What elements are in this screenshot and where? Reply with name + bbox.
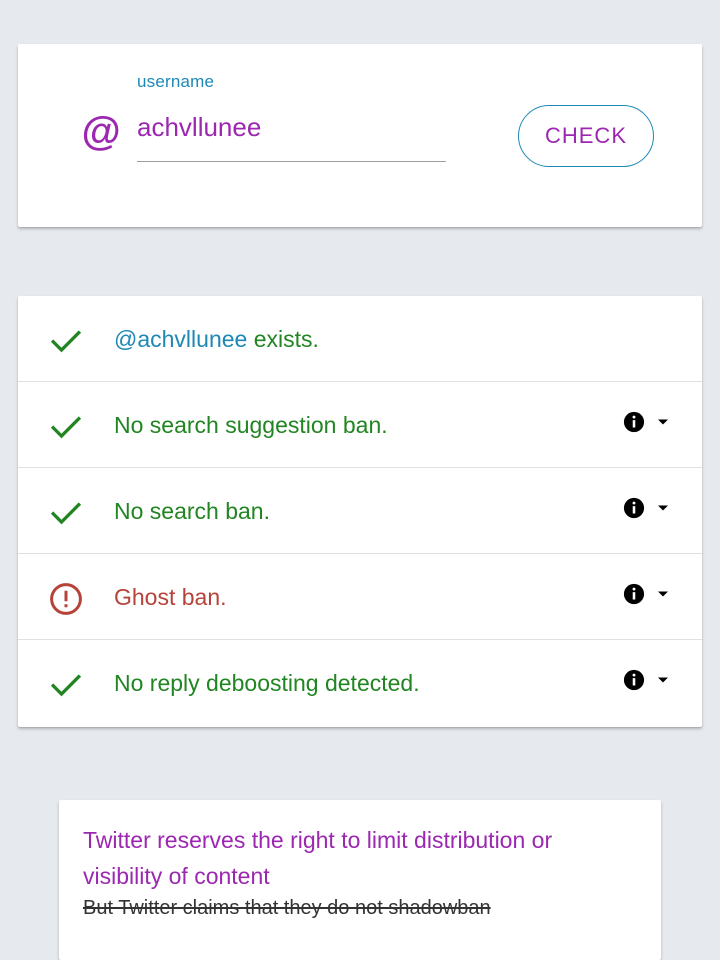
- result-text-search-suggestion-ban: No search suggestion ban.: [114, 412, 388, 438]
- check-icon: [50, 330, 82, 353]
- policy-info-card: Twitter reserves the right to limit dist…: [59, 800, 661, 960]
- username-handle: @achvllunee: [114, 326, 248, 352]
- result-text-search-ban: No search ban.: [114, 498, 270, 524]
- expand-details-toggle[interactable]: [623, 581, 669, 607]
- result-text-ghost-ban: Ghost ban.: [114, 584, 227, 610]
- username-input[interactable]: [137, 110, 446, 162]
- at-sign-icon: @: [81, 110, 121, 154]
- info-icon[interactable]: [623, 497, 645, 519]
- results-list: @achvllunee exists. No search suggestion…: [18, 296, 702, 727]
- strikethrough-claim: But Twitter claims that they do not shad…: [83, 897, 491, 919]
- result-row-search-ban[interactable]: No search ban.: [18, 468, 702, 554]
- check-icon: [50, 674, 82, 697]
- alert-circle-icon: [50, 583, 82, 615]
- caret-down-icon[interactable]: [657, 590, 669, 598]
- caret-down-icon[interactable]: [657, 418, 669, 426]
- info-icon[interactable]: [623, 583, 645, 605]
- result-row-reply-deboosting[interactable]: No reply deboosting detected.: [18, 640, 702, 727]
- info-icon[interactable]: [623, 669, 645, 691]
- result-text-exists: @achvllunee exists.: [114, 296, 319, 382]
- result-row-search-suggestion-ban[interactable]: No search suggestion ban.: [18, 382, 702, 468]
- check-button[interactable]: CHECK: [518, 105, 654, 167]
- info-icon[interactable]: [623, 411, 645, 433]
- check-icon: [50, 502, 82, 525]
- expand-details-toggle[interactable]: [623, 667, 669, 693]
- caret-down-icon[interactable]: [657, 676, 669, 684]
- policy-heading: Twitter reserves the right to limit dist…: [83, 827, 553, 889]
- expand-details-toggle[interactable]: [623, 409, 669, 435]
- result-row-ghost-ban[interactable]: Ghost ban.: [18, 554, 702, 640]
- result-row-exists: @achvllunee exists.: [18, 296, 702, 382]
- check-icon: [50, 416, 82, 439]
- exists-label: exists.: [247, 326, 319, 352]
- caret-down-icon[interactable]: [657, 504, 669, 512]
- result-text-reply-deboosting: No reply deboosting detected.: [114, 670, 420, 696]
- username-search-card: @ username CHECK: [18, 44, 702, 227]
- username-field-label: username: [137, 72, 215, 91]
- expand-details-toggle[interactable]: [623, 495, 669, 521]
